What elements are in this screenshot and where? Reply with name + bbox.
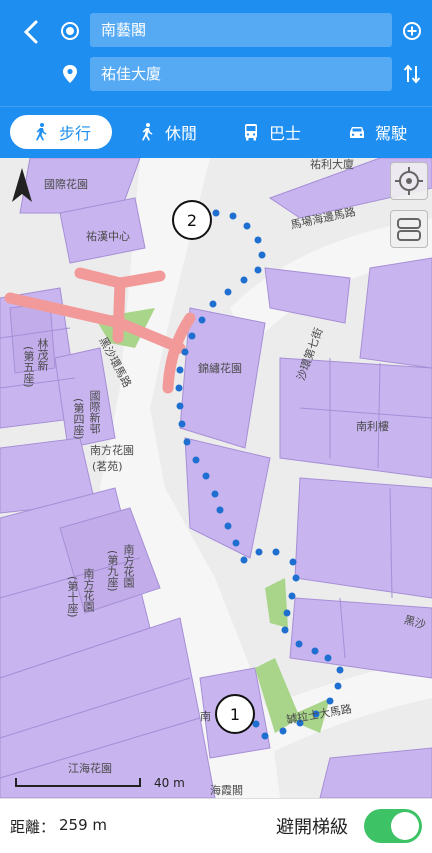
distance-value: 259 m — [59, 816, 108, 834]
avoid-stairs-toggle[interactable] — [364, 809, 422, 843]
swap-icon — [403, 64, 421, 84]
locate-icon — [395, 167, 423, 195]
route-end-number: 2 — [186, 210, 198, 230]
map-label: 海霞閣 — [210, 784, 243, 797]
map-label: 錦繡花園 — [198, 362, 242, 375]
travel-mode-tabs: 步行 休閒 巴士 駕駛 — [0, 106, 432, 159]
tab-leisure-label: 休閒 — [164, 124, 197, 143]
building-label: (第十座) — [66, 576, 79, 618]
building-label: (第九座) — [106, 550, 119, 592]
layers-button[interactable] — [390, 210, 428, 248]
walk-icon — [35, 123, 47, 141]
route-start-number: 1 — [229, 704, 241, 724]
tab-walk-label: 步行 — [58, 124, 91, 143]
route-start-marker[interactable]: 1 — [215, 694, 255, 734]
add-stop-icon — [403, 22, 421, 40]
map-label: (茗苑) — [92, 460, 123, 473]
map-view[interactable]: 國際花園 祐漢中心 錦繡花園 南方花園 (茗苑) 南利樓 江海花園 海霞閣 南 … — [0, 158, 432, 798]
origin-field[interactable]: 南藝閣 — [90, 13, 392, 47]
avoid-stairs-label: 避開梯級 — [276, 817, 348, 838]
tab-drive[interactable]: 駕駛 — [330, 115, 424, 149]
scale-label: 40 m — [154, 776, 185, 790]
building-label: (第五座) — [22, 346, 35, 388]
destination-pin-icon — [58, 62, 82, 86]
map-label: 祐漢中心 — [86, 230, 130, 243]
map-label: 南方花園 — [90, 444, 134, 457]
destination-field[interactable]: 祐佳大廈 — [90, 57, 392, 91]
building-label: 林茂新 — [36, 338, 49, 371]
leisure-walk-icon — [141, 123, 153, 141]
tab-bus-label: 巴士 — [268, 124, 301, 143]
car-icon — [349, 127, 364, 138]
swap-button[interactable] — [400, 62, 424, 86]
building-label: 南方花園 — [82, 568, 95, 612]
back-button[interactable] — [18, 16, 46, 48]
map-label: 國際花園 — [44, 178, 88, 191]
layers-icon — [397, 218, 421, 241]
origin-target-icon — [58, 19, 82, 43]
bus-icon — [244, 124, 257, 141]
destination-text: 祐佳大廈 — [101, 65, 162, 83]
tab-walk[interactable]: 步行 — [10, 115, 112, 149]
locate-button[interactable] — [390, 162, 428, 200]
tab-leisure[interactable]: 休閒 — [122, 115, 212, 149]
tab-bus[interactable]: 巴士 — [226, 115, 316, 149]
route-end-marker[interactable]: 2 — [172, 200, 212, 240]
back-icon — [23, 20, 38, 44]
map-label: 南利樓 — [356, 420, 389, 433]
building-label: 國際新邨 — [88, 390, 101, 434]
map-label: 祐利大廈 — [310, 158, 354, 171]
building-label: 南方花園 — [122, 544, 135, 588]
distance-label: 距離： — [10, 818, 56, 836]
map-label: 南 — [200, 710, 211, 723]
tab-drive-label: 駕駛 — [374, 124, 407, 143]
building-label: (第四座) — [72, 398, 85, 440]
map-label: 江海花園 — [68, 762, 112, 775]
add-stop-button[interactable] — [400, 19, 424, 43]
route-header: 南藝閣 祐佳大廈 — [0, 0, 432, 106]
map-base — [0, 158, 432, 798]
route-summary-bar: 距離： 259 m 避開梯級 — [0, 798, 432, 853]
toggle-knob — [391, 812, 419, 840]
origin-text: 南藝閣 — [101, 21, 147, 39]
